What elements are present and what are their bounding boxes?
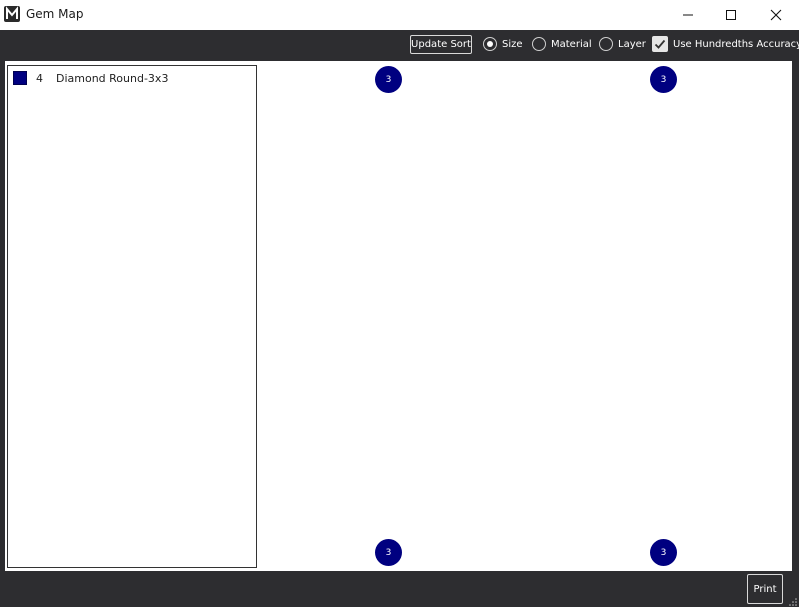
radio-indicator[interactable] <box>532 37 546 51</box>
maximize-icon <box>726 10 736 20</box>
sort-size-radio[interactable]: Size <box>483 36 523 52</box>
update-sort-button[interactable]: Update Sort <box>410 35 472 54</box>
title-bar: Gem Map <box>0 0 799 30</box>
gem-list-panel: 4 Diamond Round-3x3 <box>7 65 257 568</box>
checkmark-icon <box>654 39 666 49</box>
main-content: 4 Diamond Round-3x3 3 3 3 3 <box>5 61 792 571</box>
checkbox-indicator[interactable] <box>652 36 668 52</box>
close-icon <box>770 9 782 21</box>
close-button[interactable] <box>753 0 799 30</box>
hundredths-accuracy-label: Use Hundredths Accuracy <box>673 38 799 50</box>
toolbar: Update Sort Size Material Layer Use Hund… <box>0 30 799 60</box>
minimize-button[interactable] <box>665 0 711 30</box>
sort-size-label: Size <box>502 38 523 50</box>
print-button[interactable]: Print <box>747 574 783 604</box>
hundredths-accuracy-checkbox[interactable]: Use Hundredths Accuracy <box>652 35 799 53</box>
list-item[interactable]: 4 Diamond Round-3x3 <box>13 70 168 86</box>
gem-marker[interactable]: 3 <box>375 66 402 93</box>
sort-layer-radio[interactable]: Layer <box>599 36 646 52</box>
radio-indicator[interactable] <box>599 37 613 51</box>
gem-color-swatch <box>13 71 27 85</box>
maximize-button[interactable] <box>708 0 754 30</box>
gem-map-canvas[interactable]: 3 3 3 3 <box>261 61 792 571</box>
gem-marker[interactable]: 3 <box>650 66 677 93</box>
sort-material-label: Material <box>551 38 592 50</box>
gem-label: Diamond Round-3x3 <box>56 71 169 85</box>
radio-indicator-selected[interactable] <box>483 37 497 51</box>
window-title: Gem Map <box>26 7 84 21</box>
footer-bar: Print <box>0 571 799 607</box>
resize-grip-icon[interactable] <box>788 596 798 606</box>
minimize-icon <box>683 14 693 16</box>
sort-layer-label: Layer <box>618 38 646 50</box>
gem-marker[interactable]: 3 <box>375 539 402 566</box>
app-logo-m-icon <box>4 6 20 22</box>
gem-count: 4 <box>36 71 43 85</box>
sort-material-radio[interactable]: Material <box>532 36 592 52</box>
gem-marker[interactable]: 3 <box>650 539 677 566</box>
